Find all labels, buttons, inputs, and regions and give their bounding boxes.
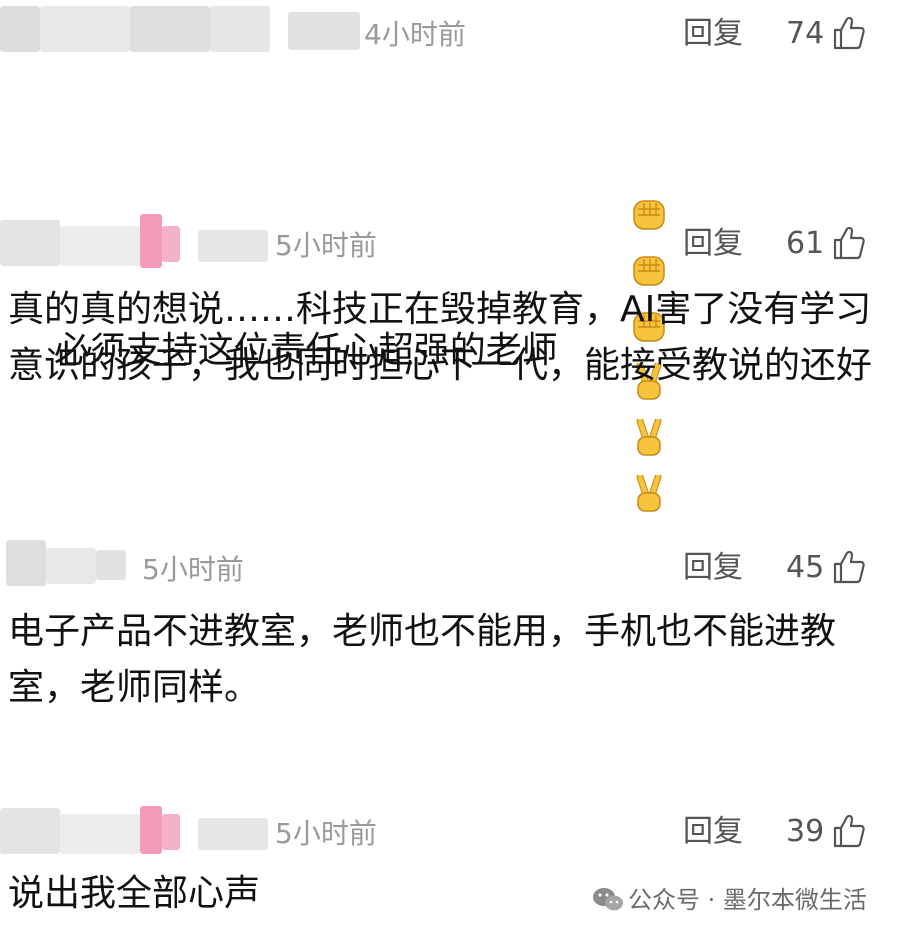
blurred-username[interactable] [0, 800, 280, 860]
reply-button[interactable]: 回复 [683, 548, 743, 588]
comment-time: 4小时前 [364, 18, 466, 51]
like-count: 45 [786, 550, 825, 585]
comment-meta: 5小时前 回复 39 [0, 800, 923, 860]
thumbs-up-icon[interactable] [833, 814, 865, 848]
reply-button[interactable]: 回复 [683, 812, 743, 852]
comment-meta: 5小时前 回复 45 [0, 536, 923, 596]
victory-hand-emoji-icon [630, 473, 668, 512]
like-count: 61 [786, 226, 825, 261]
comment-time: 5小时前 [142, 553, 244, 586]
comment-meta: 4小时前 回复 74 [0, 0, 923, 60]
reply-button[interactable]: 回复 [683, 14, 743, 54]
victory-hand-emoji-icon [630, 417, 668, 456]
like-count: 74 [786, 16, 825, 51]
blurred-username[interactable] [0, 212, 280, 272]
thumbs-up-icon[interactable] [833, 550, 865, 584]
blurred-username[interactable] [0, 0, 360, 60]
wechat-icon [593, 888, 623, 911]
watermark-text: 公众号 · 墨尔本微生活 [628, 886, 867, 914]
comment-time: 5小时前 [275, 229, 377, 262]
thumbs-up-icon[interactable] [833, 226, 865, 260]
comment-text: 真的真的想说……科技正在毁掉教育，AI害了没有学习意识的孩子，我也同时担心下一代… [8, 289, 873, 386]
thumbs-up-icon[interactable] [833, 16, 865, 50]
reply-button[interactable]: 回复 [683, 224, 743, 264]
blurred-username[interactable] [0, 536, 130, 596]
like-count: 39 [786, 814, 825, 849]
comment-meta: 5小时前 回复 61 [0, 212, 923, 272]
comment-text: 电子产品不进教室，老师也不能用，手机也不能进教室，老师同样。 [8, 611, 837, 708]
comment-time: 5小时前 [275, 817, 377, 850]
